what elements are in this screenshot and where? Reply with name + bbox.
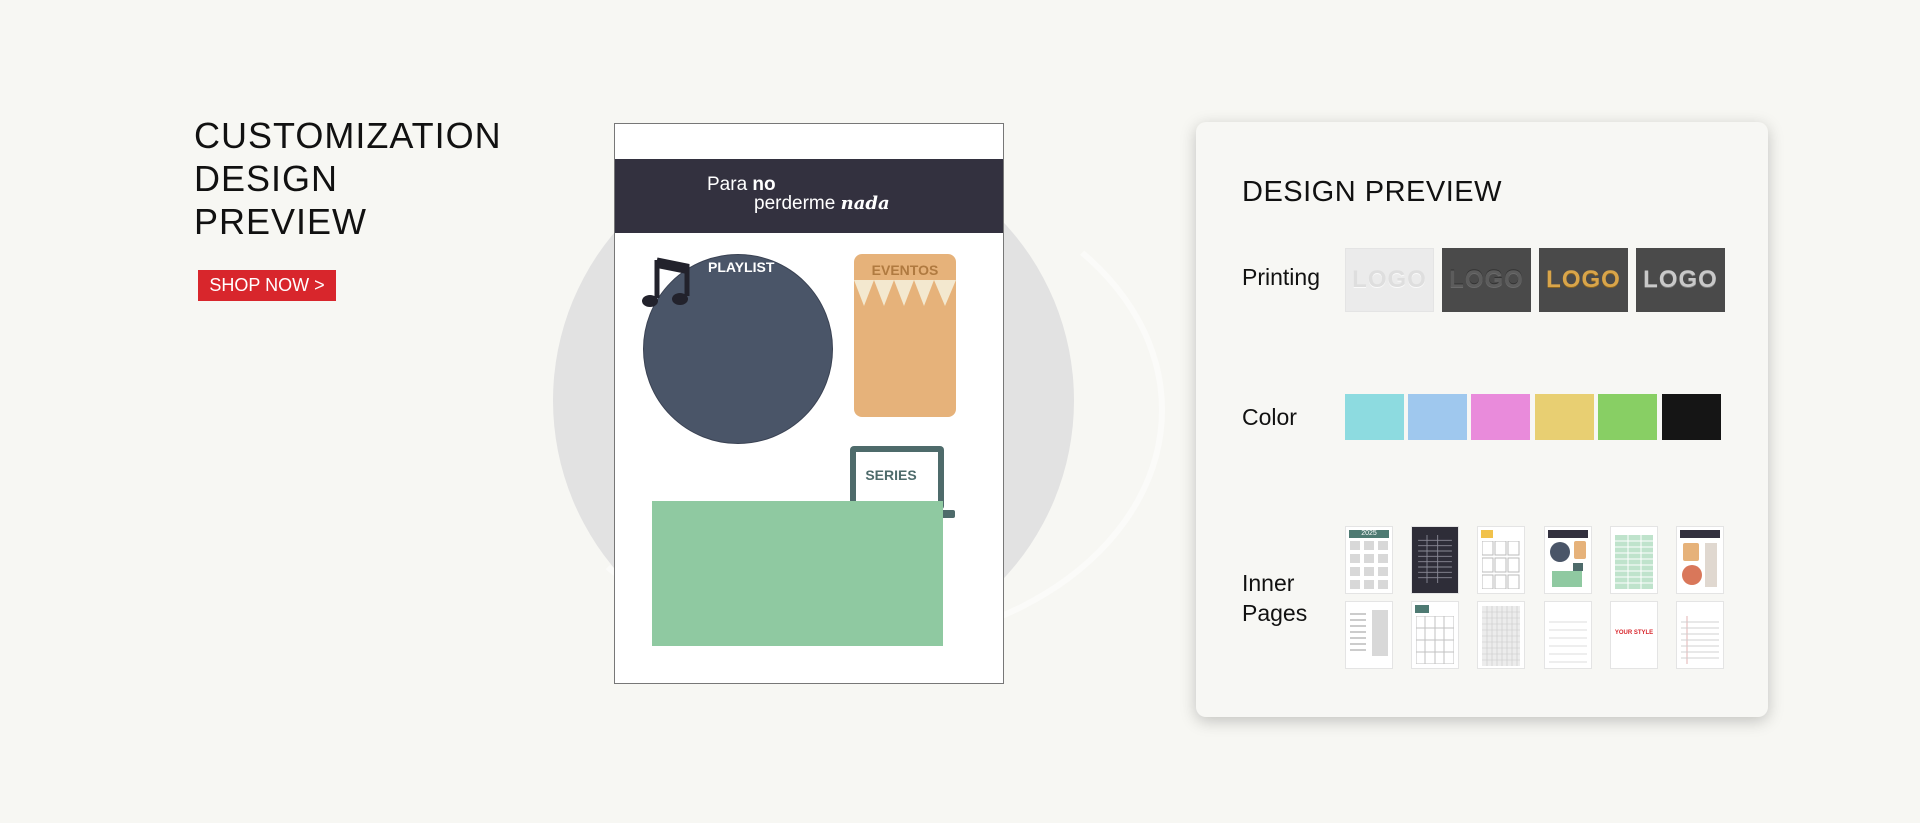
header-line-2: perderme nada (754, 193, 890, 215)
design-preview-title: DESIGN PREVIEW (1242, 176, 1502, 208)
inner-page-thumb-monthly[interactable] (1477, 526, 1525, 594)
eventos-label: EVENTOS (871, 262, 939, 278)
color-swatch-yellow[interactable] (1535, 394, 1594, 440)
header-text: perderme (754, 193, 841, 214)
inner-page-thumb-dark[interactable] (1411, 526, 1459, 594)
color-label: Color (1242, 404, 1297, 430)
shop-now-button[interactable]: SHOP NOW > (198, 270, 336, 301)
hero-title: CUSTOMIZATION DESIGN PREVIEW (194, 114, 502, 243)
colorful-layout-icon (1682, 543, 1717, 587)
color-swatch-pink[interactable] (1471, 394, 1530, 440)
hero-title-line: PREVIEW (194, 201, 368, 242)
bunting-icon (854, 280, 956, 306)
inner-page-thumb-yearly[interactable]: 2025 (1345, 526, 1393, 594)
printing-option-deboss[interactable]: LOGO (1442, 248, 1531, 312)
habit-grid-icon (1615, 535, 1653, 589)
your-style-text: YOUR STYLE (1614, 630, 1654, 636)
page-header: Para no perderme nada (615, 159, 1003, 233)
printing-option-silver[interactable]: LOGO (1636, 248, 1725, 312)
color-swatch-cyan[interactable] (1345, 394, 1404, 440)
thumb-header (1680, 530, 1720, 538)
playlist-label: PLAYLIST (708, 259, 775, 275)
calendar-grid-icon (1350, 541, 1388, 589)
printing-label: Printing (1242, 264, 1320, 290)
inner-pages-label-line: Pages (1242, 600, 1308, 626)
hero-title-line: DESIGN (194, 158, 339, 199)
square-grid-icon (1482, 606, 1520, 666)
lined-icon (1549, 621, 1587, 663)
thumb-header (1548, 530, 1588, 538)
thumb-accent (1481, 530, 1493, 538)
inner-page-thumb-colorful[interactable] (1676, 526, 1724, 594)
inner-page-thumb-calendar[interactable] (1411, 601, 1459, 669)
cover-layout-icon (1550, 541, 1586, 587)
inner-pages-label-line: Inner (1242, 570, 1295, 596)
color-swatch-green[interactable] (1598, 394, 1657, 440)
printing-option-emboss[interactable]: LOGO (1345, 248, 1434, 312)
notebook-page-preview: Para no perderme nada PLAYLIST EVENTOS S… (614, 123, 1004, 684)
thumb-year: 2025 (1349, 530, 1389, 538)
hero-title-line: CUSTOMIZATION (194, 115, 502, 156)
header-text-script: nada (840, 193, 890, 214)
inner-page-thumb-lined[interactable] (1544, 601, 1592, 669)
design-preview-card: DESIGN PREVIEW Printing LOGO LOGO LOGO L… (1196, 122, 1768, 717)
calendar-grid-icon (1482, 541, 1520, 589)
table-icon (1418, 535, 1452, 583)
color-swatch-blue[interactable] (1408, 394, 1467, 440)
inner-pages-label: Inner Pages (1242, 568, 1307, 628)
green-block (652, 501, 943, 646)
color-swatch-black[interactable] (1662, 394, 1721, 440)
inner-page-thumb-notes[interactable] (1676, 601, 1724, 669)
header-text: Para (707, 174, 753, 195)
calendar-grid-icon (1416, 616, 1454, 664)
series-label: SERIES (865, 467, 917, 483)
music-note-icon (642, 257, 690, 307)
inner-page-thumb-list[interactable] (1345, 601, 1393, 669)
inner-page-thumb-grid[interactable] (1477, 601, 1525, 669)
printing-option-gold[interactable]: LOGO (1539, 248, 1628, 312)
inner-page-thumb-cover[interactable] (1544, 526, 1592, 594)
list-icon (1350, 610, 1388, 656)
header-text-bold: no (752, 174, 776, 195)
thumb-accent (1415, 605, 1429, 613)
inner-page-thumb-habit[interactable] (1610, 526, 1658, 594)
lined-icon (1681, 616, 1719, 664)
inner-page-thumb-your-style[interactable]: YOUR STYLE (1610, 601, 1658, 669)
